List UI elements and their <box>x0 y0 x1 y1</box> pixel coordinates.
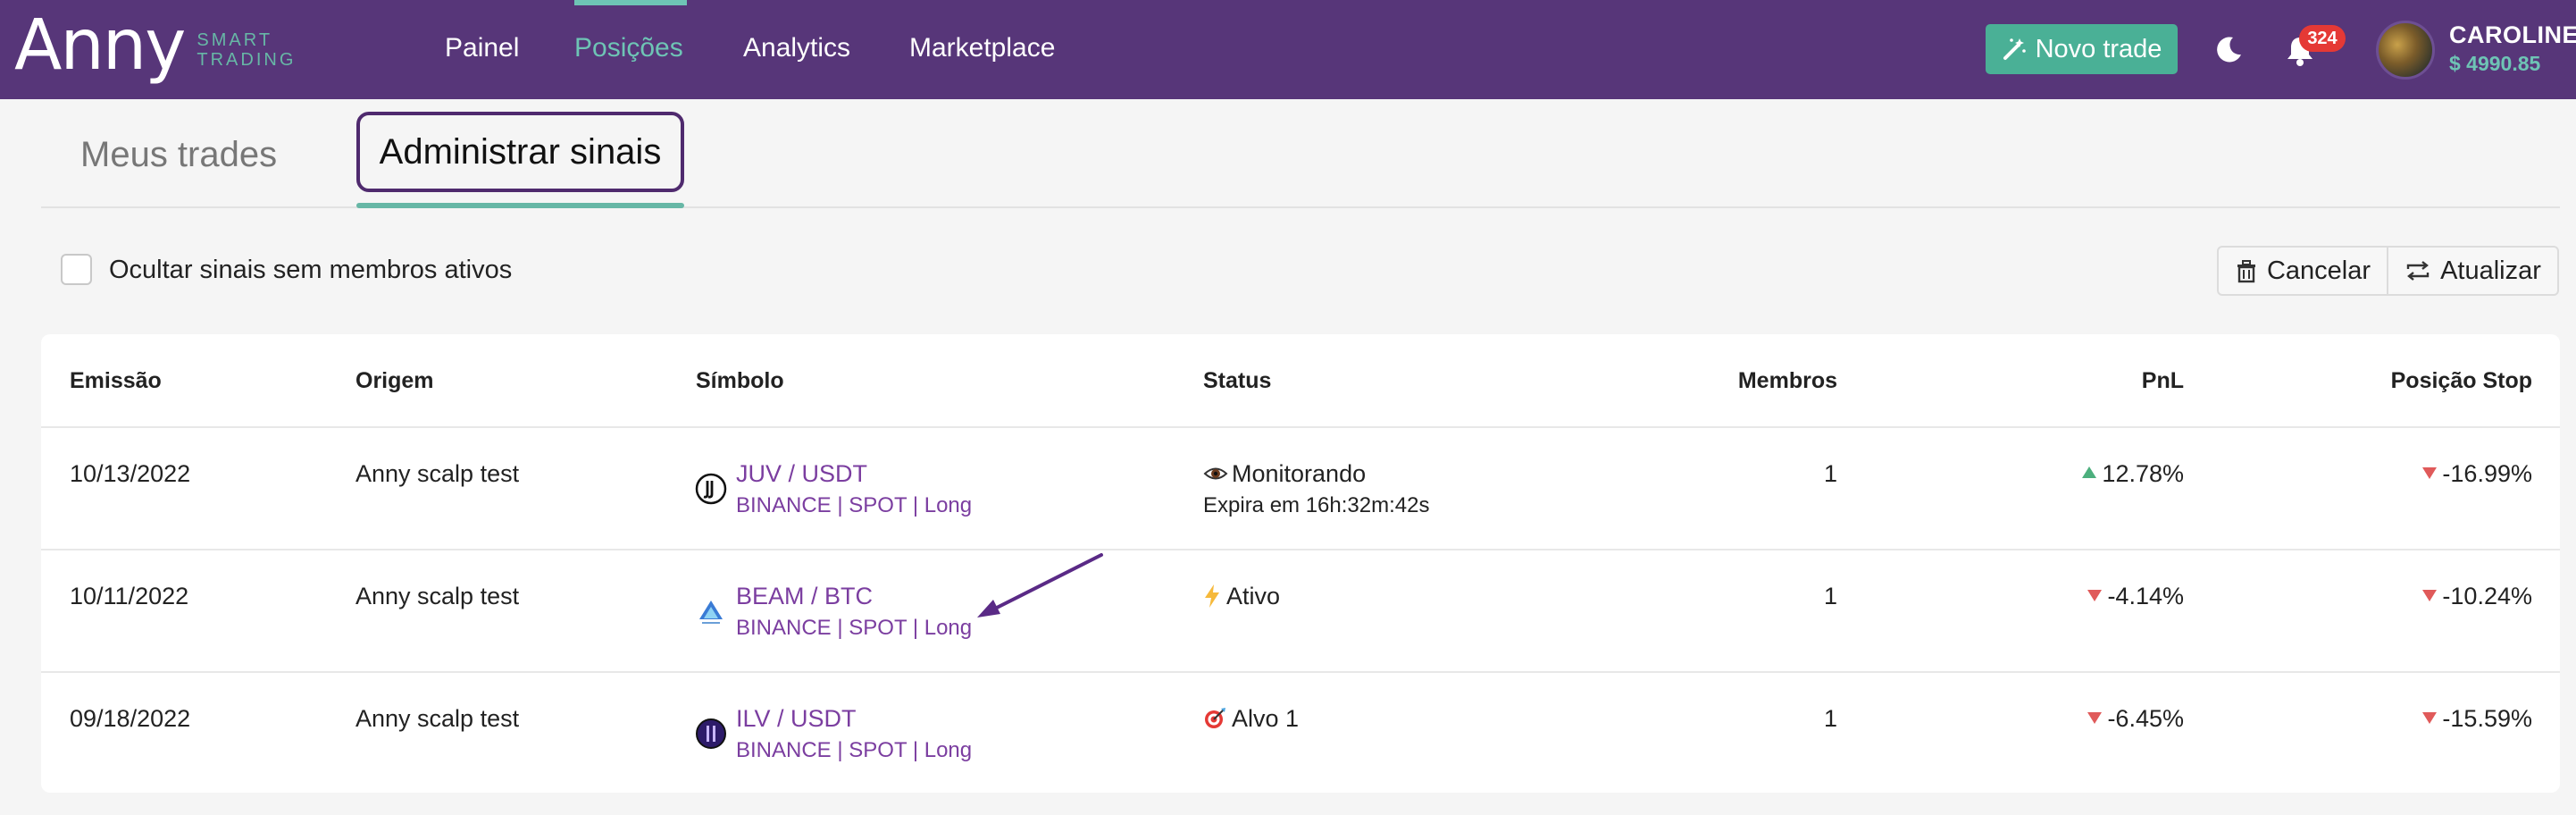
tab-administrar-sinais[interactable]: Administrar sinais <box>356 112 684 192</box>
hide-inactive-label[interactable]: Ocultar sinais sem membros ativos <box>109 254 512 286</box>
hide-inactive-checkbox[interactable] <box>61 254 92 285</box>
cell-posicao-stop: -16.99% <box>2322 458 2532 489</box>
top-navbar: Anny SMART TRADING Painel Posições Analy… <box>0 0 2576 99</box>
status-expiry: Expira em 16h:32m:42s <box>1203 493 1430 517</box>
stop-value: -10.24% <box>2442 583 2532 609</box>
cell-origem: Anny scalp test <box>355 460 520 487</box>
cell-origem: Anny scalp test <box>355 705 520 732</box>
refresh-icon <box>2406 261 2430 281</box>
trend-down-icon <box>2422 467 2438 480</box>
user-avatar[interactable] <box>2376 21 2435 80</box>
cancel-label: Cancelar <box>2266 256 2371 285</box>
nav-active-indicator <box>574 0 687 5</box>
col-header-emissao[interactable]: Emissão <box>70 366 162 395</box>
pnl-value: -4.14% <box>2107 583 2184 609</box>
col-header-membros[interactable]: Membros <box>1697 366 1837 395</box>
logo-tagline-smart: SMART <box>197 30 273 50</box>
symbol-exchange-info: BINANCE | SPOT | Long <box>736 493 973 517</box>
nav-item-posicoes[interactable]: Posições <box>574 30 683 66</box>
user-name[interactable]: CAROLINE <box>2449 21 2576 49</box>
logo-wordmark: Anny <box>14 5 186 86</box>
update-label: Atualizar <box>2440 256 2541 285</box>
symbol-pair-link[interactable]: JUV / USDT <box>736 458 867 489</box>
new-trade-button[interactable]: Novo trade <box>1986 24 2178 74</box>
magic-wand-icon <box>2003 38 2026 60</box>
status-text: Monitorando <box>1232 460 1367 487</box>
symbol-exchange-info: BINANCE | SPOT | Long <box>736 738 973 762</box>
ilv-coin-icon <box>696 718 726 749</box>
annotation-arrow-icon <box>977 553 1103 618</box>
cell-emissao: 10/13/2022 <box>70 460 191 487</box>
col-header-simbolo[interactable]: Símbolo <box>696 366 784 395</box>
trend-down-icon <box>2422 712 2438 725</box>
beam-coin-icon <box>699 601 723 624</box>
new-trade-label: Novo trade <box>2035 34 2162 63</box>
nav-item-analytics[interactable]: Analytics <box>743 30 850 66</box>
cell-membros: 1 <box>1823 583 1837 609</box>
nav-item-marketplace[interactable]: Marketplace <box>909 30 1055 66</box>
row-divider <box>41 671 2560 673</box>
tab-meus-trades[interactable]: Meus trades <box>80 132 277 177</box>
update-button[interactable]: Atualizar <box>2388 248 2557 294</box>
trend-down-icon <box>2087 590 2103 602</box>
cell-pnl: -6.45% <box>2054 703 2184 734</box>
status-text: Ativo <box>1226 583 1281 609</box>
status-cell: Monitorando <box>1203 458 1366 489</box>
cell-posicao-stop: -15.59% <box>2322 703 2532 734</box>
status-cell: Ativo <box>1203 581 1280 611</box>
symbol-pair-link[interactable]: BEAM / BTC <box>736 581 873 611</box>
eye-icon <box>1203 467 1228 480</box>
cell-membros: 1 <box>1823 460 1837 487</box>
cell-emissao: 10/11/2022 <box>70 583 189 609</box>
stop-value: -16.99% <box>2442 460 2532 487</box>
col-header-pnl[interactable]: PnL <box>2054 366 2184 395</box>
juv-coin-icon <box>695 473 727 505</box>
symbol-pair-link[interactable]: ILV / USDT <box>736 703 857 734</box>
row-divider <box>41 549 2560 550</box>
trash-icon <box>2237 260 2255 283</box>
logo-tagline-trading: TRADING <box>197 50 297 70</box>
user-balance: $ 4990.85 <box>2449 52 2541 75</box>
cell-emissao: 09/18/2022 <box>70 705 191 732</box>
lightning-icon <box>1205 584 1219 608</box>
logo-tagline: SMART TRADING <box>197 30 296 70</box>
status-cell: Alvo 1 <box>1203 703 1299 734</box>
dark-mode-icon[interactable] <box>2213 35 2244 65</box>
stop-value: -15.59% <box>2442 705 2532 732</box>
symbol-exchange-info: BINANCE | SPOT | Long <box>736 616 973 640</box>
cell-pnl: -4.14% <box>2054 581 2184 611</box>
cell-membros: 1 <box>1823 705 1837 732</box>
col-header-status[interactable]: Status <box>1203 366 1271 395</box>
cell-pnl: 12.78% <box>2054 458 2184 489</box>
cell-posicao-stop: -10.24% <box>2322 581 2532 611</box>
trend-down-icon <box>2087 712 2103 725</box>
notifications-badge: 324 <box>2299 25 2346 52</box>
trend-up-icon <box>2082 466 2097 479</box>
pnl-value: -6.45% <box>2107 705 2184 732</box>
header-divider <box>41 426 2560 428</box>
pnl-value: 12.78% <box>2102 460 2184 487</box>
status-text: Alvo 1 <box>1232 705 1300 732</box>
actions-button-group: Cancelar Atualizar <box>2217 246 2559 296</box>
trend-down-icon <box>2422 590 2438 602</box>
cancel-button[interactable]: Cancelar <box>2219 248 2388 294</box>
anny-logo[interactable]: Anny SMART TRADING <box>14 5 296 86</box>
col-header-origem[interactable]: Origem <box>355 366 434 395</box>
cell-origem: Anny scalp test <box>355 583 520 609</box>
nav-item-painel[interactable]: Painel <box>445 30 519 66</box>
col-header-posicao-stop[interactable]: Posição Stop <box>2322 366 2532 395</box>
active-tab-underline <box>356 203 684 208</box>
target-icon <box>1205 708 1225 728</box>
